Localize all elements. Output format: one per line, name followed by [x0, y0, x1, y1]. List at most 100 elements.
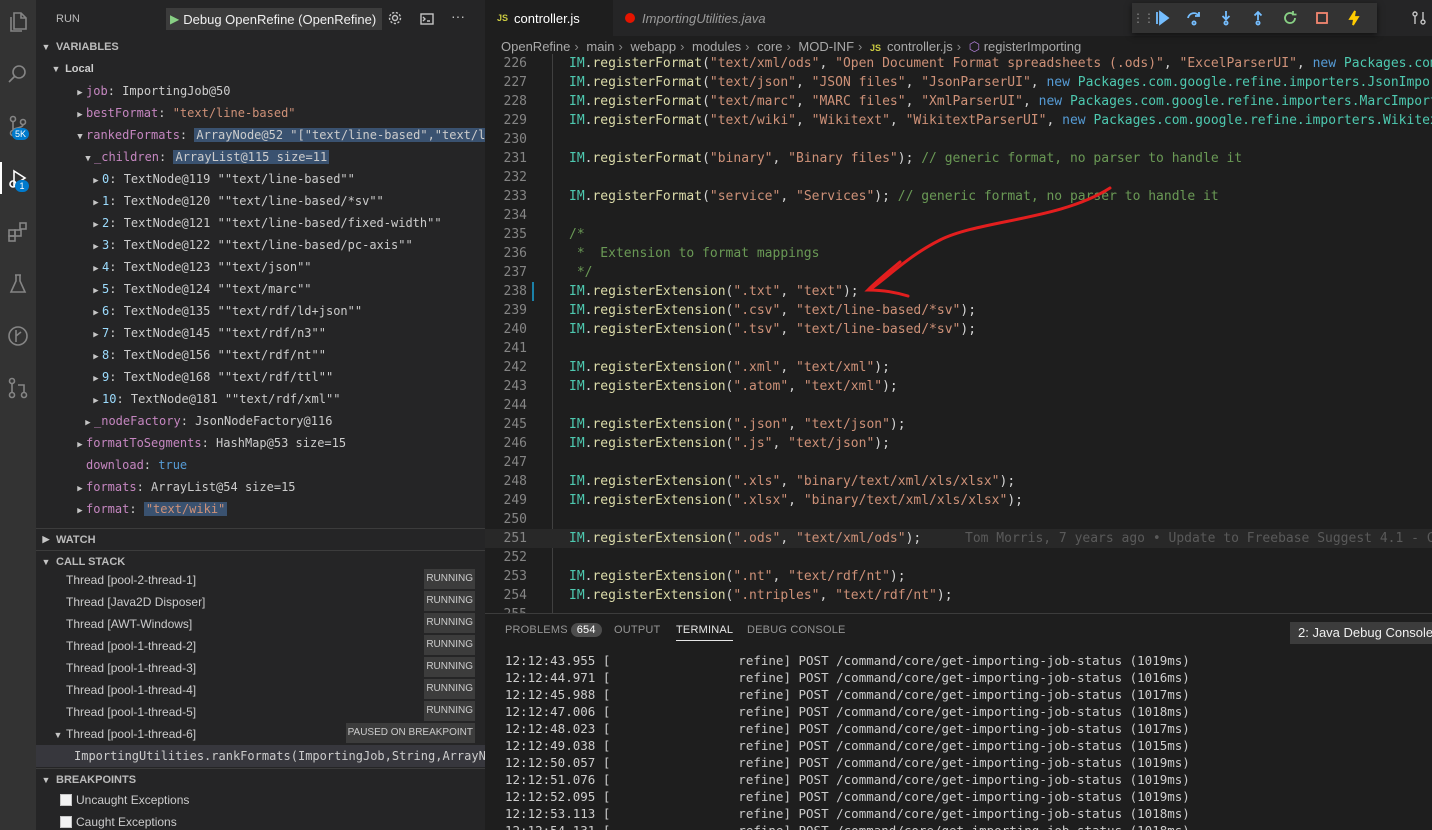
- variable-row[interactable]: ▶ 1: TextNode@120 ""text/line-based/*sv"": [36, 190, 485, 212]
- code-line[interactable]: 239 IM.registerExtension(".csv", "text/li…: [485, 301, 1432, 320]
- code-line[interactable]: 229 IM.registerFormat("text/wiki", "Wikit…: [485, 111, 1432, 130]
- line-number[interactable]: 234: [485, 206, 527, 225]
- search-icon[interactable]: [0, 54, 36, 94]
- code-line[interactable]: 240 IM.registerExtension(".tsv", "text/li…: [485, 320, 1432, 339]
- breakpoints-section-header[interactable]: ▼ BREAKPOINTS: [36, 768, 485, 790]
- variables-section-header[interactable]: ▼ VARIABLES: [36, 36, 485, 58]
- variable-row[interactable]: ▼ _children: ArrayList@115 size=11: [36, 146, 485, 168]
- tab-problems[interactable]: PROBLEMS 654: [505, 623, 602, 637]
- variable-row[interactable]: ▼ rankedFormats: ArrayNode@52 "["text/lin…: [36, 124, 485, 146]
- variable-row[interactable]: ▶ 6: TextNode@135 ""text/rdf/ld+json"": [36, 300, 485, 322]
- code-line[interactable]: 250: [485, 510, 1432, 529]
- code-line[interactable]: 244: [485, 396, 1432, 415]
- line-number[interactable]: 240: [485, 320, 527, 339]
- line-number[interactable]: 248: [485, 472, 527, 491]
- thread-row[interactable]: Thread [AWT-Windows] RUNNING: [36, 613, 485, 635]
- code-line[interactable]: 227 IM.registerFormat("text/json", "JSON …: [485, 73, 1432, 92]
- variable-row[interactable]: ▶ 2: TextNode@121 ""text/line-based/fixed…: [36, 212, 485, 234]
- variable-row[interactable]: ▶ formatToSegments: HashMap@53 size=15: [36, 432, 485, 454]
- breadcrumb-item[interactable]: registerImporting: [984, 39, 1082, 54]
- code-line[interactable]: 253 IM.registerExtension(".nt", "text/rdf…: [485, 567, 1432, 586]
- code-line[interactable]: 247: [485, 453, 1432, 472]
- code-line[interactable]: 232: [485, 168, 1432, 187]
- code-line[interactable]: 230: [485, 130, 1432, 149]
- line-number[interactable]: 230: [485, 130, 527, 149]
- tab-controller-js[interactable]: JS controller.js: [485, 0, 613, 36]
- code-line[interactable]: 241: [485, 339, 1432, 358]
- line-number[interactable]: 251: [485, 529, 527, 548]
- variable-row[interactable]: ▶ 3: TextNode@122 ""text/line-based/pc-ax…: [36, 234, 485, 256]
- breadcrumb-item[interactable]: modules: [692, 39, 741, 54]
- watch-section-header[interactable]: ▶ WATCH: [36, 528, 485, 550]
- checkbox[interactable]: [60, 816, 72, 828]
- line-number[interactable]: 242: [485, 358, 527, 377]
- variable-row[interactable]: ▶ _nodeFactory: JsonNodeFactory@116: [36, 410, 485, 432]
- line-number[interactable]: 249: [485, 491, 527, 510]
- code-line[interactable]: 246 IM.registerExtension(".js", "text/jso…: [485, 434, 1432, 453]
- step-out-button[interactable]: [1242, 3, 1274, 33]
- line-number[interactable]: 243: [485, 377, 527, 396]
- variable-row[interactable]: download: true: [36, 454, 485, 476]
- code-line[interactable]: 254 IM.registerExtension(".ntriples", "te…: [485, 586, 1432, 605]
- step-over-button[interactable]: [1178, 3, 1210, 33]
- drag-handle-icon[interactable]: ⋮⋮: [1132, 11, 1155, 25]
- line-number[interactable]: 237: [485, 263, 527, 282]
- variable-row[interactable]: ▶ 0: TextNode@119 ""text/line-based"": [36, 168, 485, 190]
- code-line[interactable]: 249 IM.registerExtension(".xlsx", "binary…: [485, 491, 1432, 510]
- debug-console-icon[interactable]: [419, 10, 435, 26]
- line-number[interactable]: 236: [485, 244, 527, 263]
- variable-row[interactable]: ▶ 4: TextNode@123 ""text/json"": [36, 256, 485, 278]
- code-line[interactable]: 231 IM.registerFormat("binary", "Binary f…: [485, 149, 1432, 168]
- variable-row[interactable]: ▶ formats: ArrayList@54 size=15: [36, 476, 485, 498]
- stack-frame[interactable]: ImportingUtilities.rankFormats(Importing…: [36, 745, 485, 767]
- thread-row[interactable]: ▼ Thread [pool-1-thread-6] PAUSED ON BREAK…: [36, 723, 485, 745]
- thread-row[interactable]: Thread [pool-2-thread-1] RUNNING: [36, 569, 485, 591]
- breadcrumb-item[interactable]: OpenRefine: [501, 39, 570, 54]
- code-line[interactable]: 251 IM.registerExtension(".ods", "text/xm…: [485, 529, 1432, 548]
- code-line[interactable]: 255: [485, 605, 1432, 613]
- line-number[interactable]: 250: [485, 510, 527, 529]
- git-graph-icon[interactable]: [0, 316, 36, 356]
- breadcrumb-item[interactable]: MOD-INF: [798, 39, 854, 54]
- line-number[interactable]: 255: [485, 605, 527, 613]
- testing-flask-icon[interactable]: [0, 264, 36, 304]
- line-number[interactable]: 239: [485, 301, 527, 320]
- tab-terminal[interactable]: TERMINAL: [676, 624, 734, 641]
- run-debug-icon[interactable]: 1: [0, 158, 36, 198]
- breadcrumb-item[interactable]: main: [586, 39, 614, 54]
- variable-row[interactable]: ▶ 10: TextNode@181 ""text/rdf/xml"": [36, 388, 485, 410]
- thread-row[interactable]: Thread [pool-1-thread-4] RUNNING: [36, 679, 485, 701]
- pull-request-icon[interactable]: [0, 368, 36, 408]
- variable-row[interactable]: ▶ 7: TextNode@145 ""text/rdf/n3"": [36, 322, 485, 344]
- thread-row[interactable]: Thread [pool-1-thread-2] RUNNING: [36, 635, 485, 657]
- variable-row[interactable]: ▶ bestFormat: "text/line-based": [36, 102, 485, 124]
- line-number[interactable]: 247: [485, 453, 527, 472]
- checkbox[interactable]: [60, 794, 72, 806]
- code-line[interactable]: 228 IM.registerFormat("text/marc", "MARC …: [485, 92, 1432, 111]
- line-number[interactable]: 245: [485, 415, 527, 434]
- code-line[interactable]: 236 * Extension to format mappings: [485, 244, 1432, 263]
- variable-row[interactable]: ▶ job: ImportingJob@50: [36, 80, 485, 102]
- breadcrumb-item[interactable]: webapp: [631, 39, 677, 54]
- code-line[interactable]: 245 IM.registerExtension(".json", "text/j…: [485, 415, 1432, 434]
- line-number[interactable]: 253: [485, 567, 527, 586]
- code-line[interactable]: 238 IM.registerExtension(".txt", "text");: [485, 282, 1432, 301]
- stop-button[interactable]: [1306, 3, 1338, 33]
- variable-row[interactable]: ▶ 8: TextNode@156 ""text/rdf/nt"": [36, 344, 485, 366]
- line-number[interactable]: 231: [485, 149, 527, 168]
- code-line[interactable]: 252: [485, 548, 1432, 567]
- tab-output[interactable]: OUTPUT: [614, 624, 660, 636]
- code-line[interactable]: 237 */: [485, 263, 1432, 282]
- code-editor[interactable]: 226 IM.registerFormat("text/xml/ods", "Op…: [485, 54, 1432, 613]
- scope-local[interactable]: ▼ Local: [36, 58, 485, 80]
- line-number[interactable]: 254: [485, 586, 527, 605]
- thread-row[interactable]: Thread [pool-1-thread-5] RUNNING: [36, 701, 485, 723]
- line-number[interactable]: 226: [485, 54, 527, 73]
- line-number[interactable]: 238: [485, 282, 527, 301]
- code-line[interactable]: 243 IM.registerExtension(".atom", "text/x…: [485, 377, 1432, 396]
- line-number[interactable]: 235: [485, 225, 527, 244]
- variable-row[interactable]: ▶ 9: TextNode@168 ""text/rdf/ttl"": [36, 366, 485, 388]
- tab-importing-utilities-java[interactable]: ImportingUtilities.java: [613, 0, 783, 36]
- code-line[interactable]: 235 /*: [485, 225, 1432, 244]
- source-control-icon[interactable]: 5K: [0, 106, 36, 146]
